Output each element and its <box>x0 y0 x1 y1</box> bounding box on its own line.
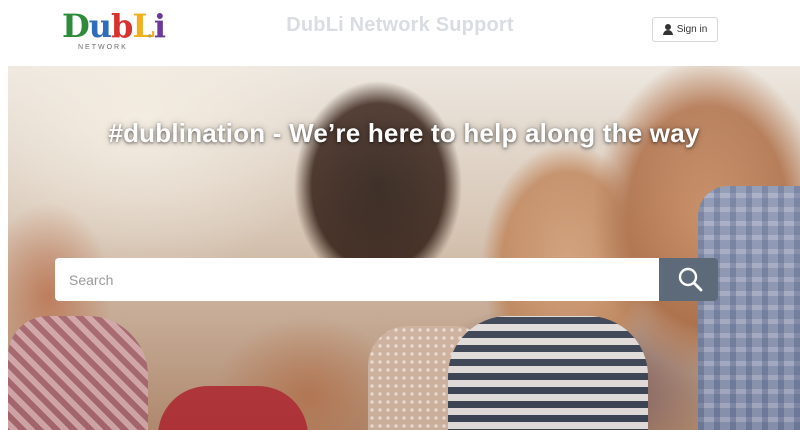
sign-in-button[interactable]: Sign in <box>652 17 718 42</box>
user-icon <box>662 24 673 35</box>
search-icon <box>678 267 703 292</box>
search-button[interactable] <box>659 258 718 301</box>
site-header: DubLi NETWORK ® DubLi Network Support Si… <box>0 0 800 66</box>
search-input[interactable] <box>55 258 659 301</box>
logo-subtitle: NETWORK <box>78 44 128 51</box>
sign-in-label: Sign in <box>676 24 708 35</box>
search-bar <box>55 258 718 301</box>
hero-tagline: #dublination - We’re here to help along … <box>108 118 700 148</box>
